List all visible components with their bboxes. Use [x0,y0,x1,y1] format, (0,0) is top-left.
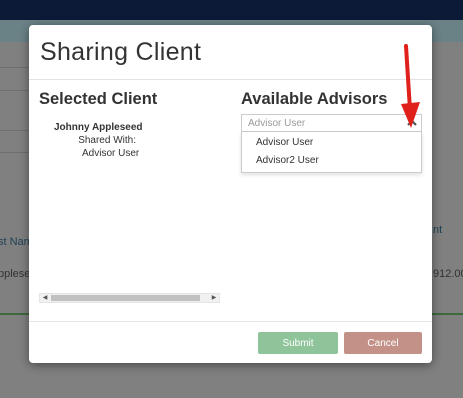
sharing-client-modal: Sharing Client Selected Client Johnny Ap… [29,25,432,363]
shared-with-label: Shared With: [78,135,136,146]
modal-title: Sharing Client [40,38,202,66]
modal-header-divider [29,79,432,80]
bg-divider [0,152,30,153]
shared-with-user: Advisor User [82,148,140,159]
submit-button[interactable]: Submit [258,332,338,354]
scroll-right-icon[interactable]: ▶ [209,294,219,302]
bg-divider [0,67,30,68]
advisor-select-placeholder: Advisor User [248,118,306,129]
selected-client-heading: Selected Client [39,90,158,108]
client-name: Johnny Appleseed [54,122,143,133]
scroll-left-icon[interactable]: ◀ [40,294,50,302]
red-arrow-annotation-icon [401,44,420,128]
advisor-option[interactable]: Advisor User [256,137,313,148]
bg-row-amount: 912.00 [433,268,463,280]
bg-divider [0,130,30,131]
advisor-option[interactable]: Advisor2 User [256,155,319,166]
bg-column-header-amount: nt [433,224,443,236]
horizontal-scrollbar[interactable]: ◀ ▶ [39,293,220,303]
advisor-dropdown-list: Advisor User Advisor2 User [241,132,422,173]
available-advisors-heading: Available Advisors [241,90,388,108]
cancel-button[interactable]: Cancel [344,332,422,354]
scrollbar-thumb[interactable] [51,295,200,301]
app-header-bar [0,0,463,20]
modal-footer-divider [29,321,432,322]
bg-column-header-name: st Nam [0,236,33,248]
bg-divider [0,90,30,91]
